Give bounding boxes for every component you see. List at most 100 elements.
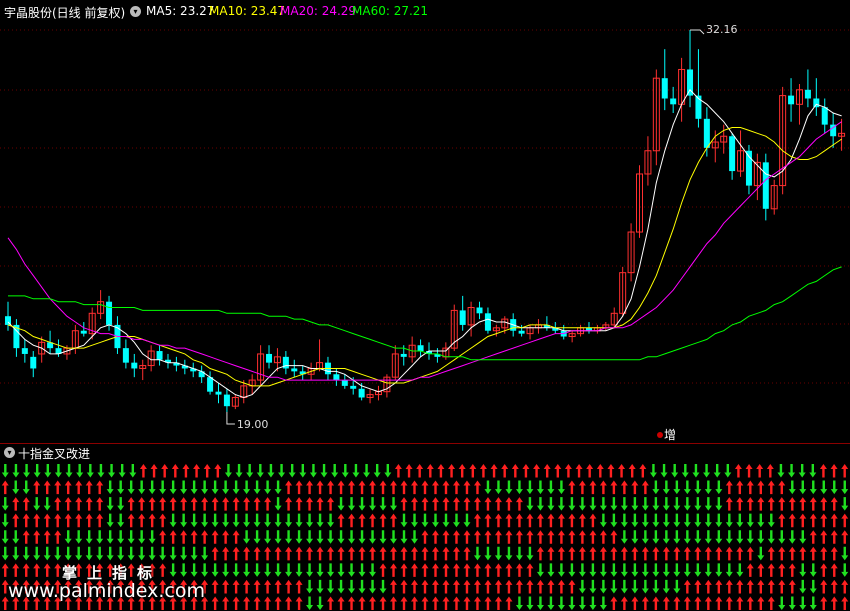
watermark-url: www.palmindex.com xyxy=(8,580,206,602)
down-arrow-icon xyxy=(724,464,732,478)
down-arrow-icon xyxy=(631,563,639,577)
down-arrow-icon xyxy=(599,513,607,528)
up-arrow-icon xyxy=(536,530,544,544)
up-arrow-icon xyxy=(54,480,62,495)
down-arrow-icon xyxy=(820,480,828,495)
down-arrow-icon xyxy=(169,546,177,561)
down-arrow-icon xyxy=(809,464,817,478)
down-arrow-icon xyxy=(23,464,31,478)
up-arrow-icon xyxy=(337,546,345,561)
up-arrow-icon xyxy=(673,596,681,610)
down-arrow-icon xyxy=(256,464,264,478)
up-arrow-icon xyxy=(526,530,534,544)
down-arrow-icon xyxy=(211,480,219,495)
ma5-label: MA5: 23.27 xyxy=(146,4,215,18)
up-arrow-icon xyxy=(830,546,838,561)
down-arrow-icon xyxy=(106,530,114,544)
down-arrow-icon xyxy=(505,480,513,495)
up-arrow-icon xyxy=(75,497,83,511)
down-arrow-icon xyxy=(232,563,240,577)
up-arrow-icon xyxy=(589,513,597,528)
down-arrow-icon xyxy=(767,530,775,544)
up-arrow-icon xyxy=(327,480,335,495)
down-arrow-icon xyxy=(309,464,317,478)
up-arrow-icon xyxy=(148,513,156,528)
up-arrow-icon xyxy=(203,464,211,478)
up-arrow-icon xyxy=(358,480,366,495)
up-arrow-icon xyxy=(405,464,413,478)
up-arrow-icon xyxy=(214,464,222,478)
up-arrow-icon xyxy=(180,530,188,544)
up-arrow-icon xyxy=(193,464,201,478)
up-arrow-icon xyxy=(830,563,838,577)
down-arrow-icon xyxy=(620,497,628,511)
down-arrow-icon xyxy=(306,563,314,577)
up-arrow-icon xyxy=(515,513,523,528)
up-arrow-icon xyxy=(809,497,817,511)
up-arrow-icon xyxy=(641,546,649,561)
up-arrow-icon xyxy=(820,530,828,544)
down-arrow-icon xyxy=(316,530,324,544)
up-arrow-icon xyxy=(631,596,639,610)
up-arrow-icon xyxy=(232,530,240,544)
down-arrow-icon xyxy=(12,530,20,544)
down-arrow-icon xyxy=(703,464,711,478)
dropdown-chevron-icon[interactable]: ▾ xyxy=(4,447,15,458)
up-arrow-icon xyxy=(799,513,807,528)
down-arrow-icon xyxy=(306,579,314,594)
candle-body xyxy=(788,95,795,105)
low-marker xyxy=(226,412,235,425)
down-arrow-icon xyxy=(148,546,156,561)
down-arrow-icon xyxy=(557,563,565,577)
up-arrow-icon xyxy=(54,530,62,544)
down-arrow-icon xyxy=(222,513,230,528)
dropdown-chevron-icon[interactable]: ▾ xyxy=(130,6,141,17)
down-arrow-icon xyxy=(799,579,807,594)
candlestick-chart[interactable]: 32.16 19.00 增 xyxy=(0,0,850,443)
up-arrow-icon xyxy=(694,579,702,594)
down-arrow-icon xyxy=(515,596,523,610)
up-arrow-icon xyxy=(778,546,786,561)
up-arrow-icon xyxy=(515,563,523,577)
up-arrow-icon xyxy=(662,546,670,561)
down-arrow-icon xyxy=(316,579,324,594)
up-arrow-icon xyxy=(337,596,345,610)
down-arrow-icon xyxy=(652,579,660,594)
candle-body xyxy=(215,391,222,395)
down-arrow-icon xyxy=(694,513,702,528)
up-arrow-icon xyxy=(715,546,723,561)
up-arrow-icon xyxy=(599,480,607,495)
up-arrow-icon xyxy=(788,563,796,577)
down-arrow-icon xyxy=(673,497,681,511)
down-arrow-icon xyxy=(704,480,712,495)
down-arrow-icon xyxy=(169,563,177,577)
down-arrow-icon xyxy=(610,579,618,594)
up-arrow-icon xyxy=(159,497,167,511)
down-arrow-icon xyxy=(400,530,408,544)
down-arrow-icon xyxy=(85,530,93,544)
down-arrow-icon xyxy=(306,513,314,528)
down-arrow-icon xyxy=(778,530,786,544)
up-arrow-icon xyxy=(484,579,492,594)
down-arrow-icon xyxy=(631,497,639,511)
up-arrow-icon xyxy=(274,596,282,610)
up-arrow-icon xyxy=(148,497,156,511)
up-arrow-icon xyxy=(431,497,439,511)
down-arrow-icon xyxy=(631,530,639,544)
down-arrow-icon xyxy=(547,497,555,511)
up-arrow-icon xyxy=(736,546,744,561)
up-arrow-icon xyxy=(211,497,219,511)
up-arrow-icon xyxy=(159,513,167,528)
up-arrow-icon xyxy=(778,513,786,528)
up-arrow-icon xyxy=(557,579,565,594)
up-arrow-icon xyxy=(442,530,450,544)
up-arrow-icon xyxy=(369,513,377,528)
candle-body xyxy=(223,394,230,407)
down-arrow-icon xyxy=(86,464,94,478)
up-arrow-icon xyxy=(494,579,502,594)
down-arrow-icon xyxy=(316,563,324,577)
up-arrow-icon xyxy=(264,596,272,610)
down-arrow-icon xyxy=(337,563,345,577)
up-arrow-icon xyxy=(274,546,282,561)
up-arrow-icon xyxy=(568,546,576,561)
